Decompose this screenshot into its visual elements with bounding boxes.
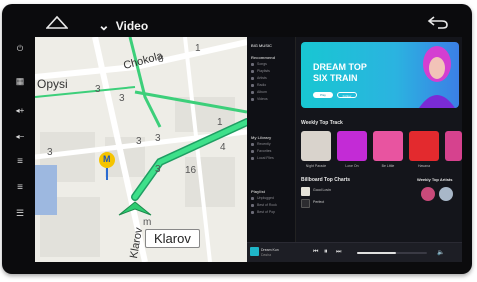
album-card[interactable] <box>337 131 367 161</box>
sidebar-item[interactable]: Recently <box>257 142 271 146</box>
album-icon <box>251 91 254 94</box>
menu-icon[interactable]: ≡ <box>10 182 30 193</box>
artist-avatar[interactable] <box>421 187 435 201</box>
artist-avatar[interactable] <box>439 187 453 201</box>
album-caption: Havana <box>417 164 431 168</box>
artist-icon <box>251 77 254 80</box>
album-card[interactable] <box>301 131 331 161</box>
track-thumbnail <box>301 199 310 208</box>
sidebar-item[interactable]: Videos <box>257 97 268 101</box>
volume-icon[interactable]: 🔈 <box>437 249 444 256</box>
scale-unit: m <box>143 217 152 228</box>
sidebar-item[interactable]: Unplugged <box>257 196 274 200</box>
album-card[interactable] <box>409 131 439 161</box>
track-thumbnail <box>301 187 310 196</box>
clock-icon <box>251 143 254 146</box>
music-sidebar: BIG MUSIC Recommend Songs Playlists Arti… <box>247 37 296 262</box>
follow-button[interactable]: Follow <box>337 92 357 98</box>
top-bar: ⌄ Video <box>2 4 472 37</box>
house-number: 3 <box>95 84 101 95</box>
album-card[interactable] <box>373 131 403 161</box>
menu-icon[interactable]: ≡ <box>10 156 30 167</box>
place-label: Opysi <box>37 77 68 91</box>
track-title: Perfect <box>313 200 325 204</box>
album-card[interactable] <box>445 131 462 161</box>
playlist-icon <box>251 70 254 73</box>
app-title-label: Video <box>115 18 149 33</box>
banner-title: DREAM TOP <box>313 62 367 72</box>
music-logo: BIG MUSIC <box>251 43 272 48</box>
sidebar-item[interactable]: Local Files <box>257 156 274 160</box>
play-button[interactable]: Play <box>313 92 333 98</box>
house-number: 4 <box>220 142 226 153</box>
weekly-tracks-title: Weekly Top Track <box>301 120 343 126</box>
screen: Opysi Chokola Klarov M 3 3 3 1 4 16 3 3 … <box>35 37 462 262</box>
radio-icon <box>251 84 254 87</box>
next-icon[interactable]: ⏭ <box>336 249 341 256</box>
progress-bar[interactable] <box>357 252 427 254</box>
music-app: BIG MUSIC Recommend Songs Playlists Arti… <box>247 37 462 262</box>
app-title[interactable]: ⌄ Video <box>98 17 148 34</box>
chart-row[interactable]: Perfect <box>301 199 401 209</box>
sidebar-item[interactable]: Songs <box>257 62 267 66</box>
side-rail: ⏻ ▦ ◂+ ◂− ≡ ≡ ☰ <box>10 44 30 254</box>
navigation-map[interactable]: Opysi Chokola Klarov M 3 3 3 1 4 16 3 3 … <box>35 37 247 262</box>
volume-down-icon[interactable]: ◂− <box>10 132 30 141</box>
metro-icon: M <box>103 154 111 164</box>
apps-grid-icon[interactable]: ▦ <box>10 76 30 87</box>
folder-icon <box>251 157 254 160</box>
back-icon[interactable] <box>426 14 450 30</box>
top-artists-title: Weekly Top Artists <box>417 177 453 182</box>
head-unit: ⌄ Video ⏻ ▦ ◂+ ◂− ≡ ≡ ☰ Opysi Chokola Kl… <box>2 4 472 274</box>
pause-icon[interactable]: ⏸ <box>324 248 328 256</box>
chevron-down-icon: ⌄ <box>98 17 110 33</box>
sidebar-item[interactable]: Radio <box>257 83 266 87</box>
now-playing-title: Dream Kun <box>261 248 279 252</box>
house-number: 8 <box>158 54 164 65</box>
house-number: 16 <box>185 165 197 176</box>
sidebar-item[interactable]: Best of Pop <box>257 210 275 214</box>
heart-icon <box>251 150 254 153</box>
billboard-title: Billboard Top Charts <box>301 177 351 183</box>
house-number: 3 <box>119 93 125 104</box>
artist-image <box>419 46 455 108</box>
power-icon[interactable]: ⏻ <box>10 44 30 54</box>
track-title: Good Lovin <box>313 188 331 192</box>
featured-banner[interactable]: DREAM TOP SIX TRAIN Play Follow <box>301 42 459 108</box>
playlist-icon <box>251 211 254 214</box>
house-number: 3 <box>155 164 161 175</box>
album-caption: Love On <box>345 164 359 168</box>
sidebar-item[interactable]: Best of Rock <box>257 203 277 207</box>
home-icon[interactable] <box>46 15 68 29</box>
album-caption: Night Parade <box>305 164 327 168</box>
house-number: 3 <box>47 147 53 158</box>
chart-row[interactable]: Good Lovin <box>301 187 401 197</box>
house-number: 1 <box>195 43 201 54</box>
sidebar-section-title: Playlist <box>251 189 266 194</box>
playlist-icon <box>251 204 254 207</box>
video-icon <box>251 98 254 101</box>
album-caption: Be Little <box>381 164 395 168</box>
progress-fill <box>357 252 396 254</box>
current-street-box: Klarov <box>145 229 200 248</box>
mini-player: Dream Kun Dasha ⏮ ⏸ ⏭ 🔈 <box>247 242 462 262</box>
now-playing-artist: Dasha <box>261 253 272 257</box>
sidebar-item[interactable]: Artists <box>257 76 267 80</box>
settings-icon[interactable]: ☰ <box>10 208 30 219</box>
sidebar-section-title: My Library <box>251 135 272 140</box>
house-number: 1 <box>217 117 223 128</box>
songs-icon <box>251 63 254 66</box>
sidebar-item[interactable]: Album <box>257 90 267 94</box>
sidebar-item[interactable]: Playlists <box>257 69 270 73</box>
house-number: 3 <box>155 133 161 144</box>
house-number: 3 <box>136 136 142 147</box>
sidebar-item[interactable]: Favorites <box>257 149 271 153</box>
sidebar-section-title: Recommend <box>251 55 276 60</box>
playlist-icon <box>251 197 254 200</box>
prev-icon[interactable]: ⏮ <box>313 249 318 256</box>
banner-subtitle: SIX TRAIN <box>313 73 358 83</box>
volume-up-icon[interactable]: ◂+ <box>10 106 30 115</box>
cover-thumbnail <box>250 247 259 256</box>
